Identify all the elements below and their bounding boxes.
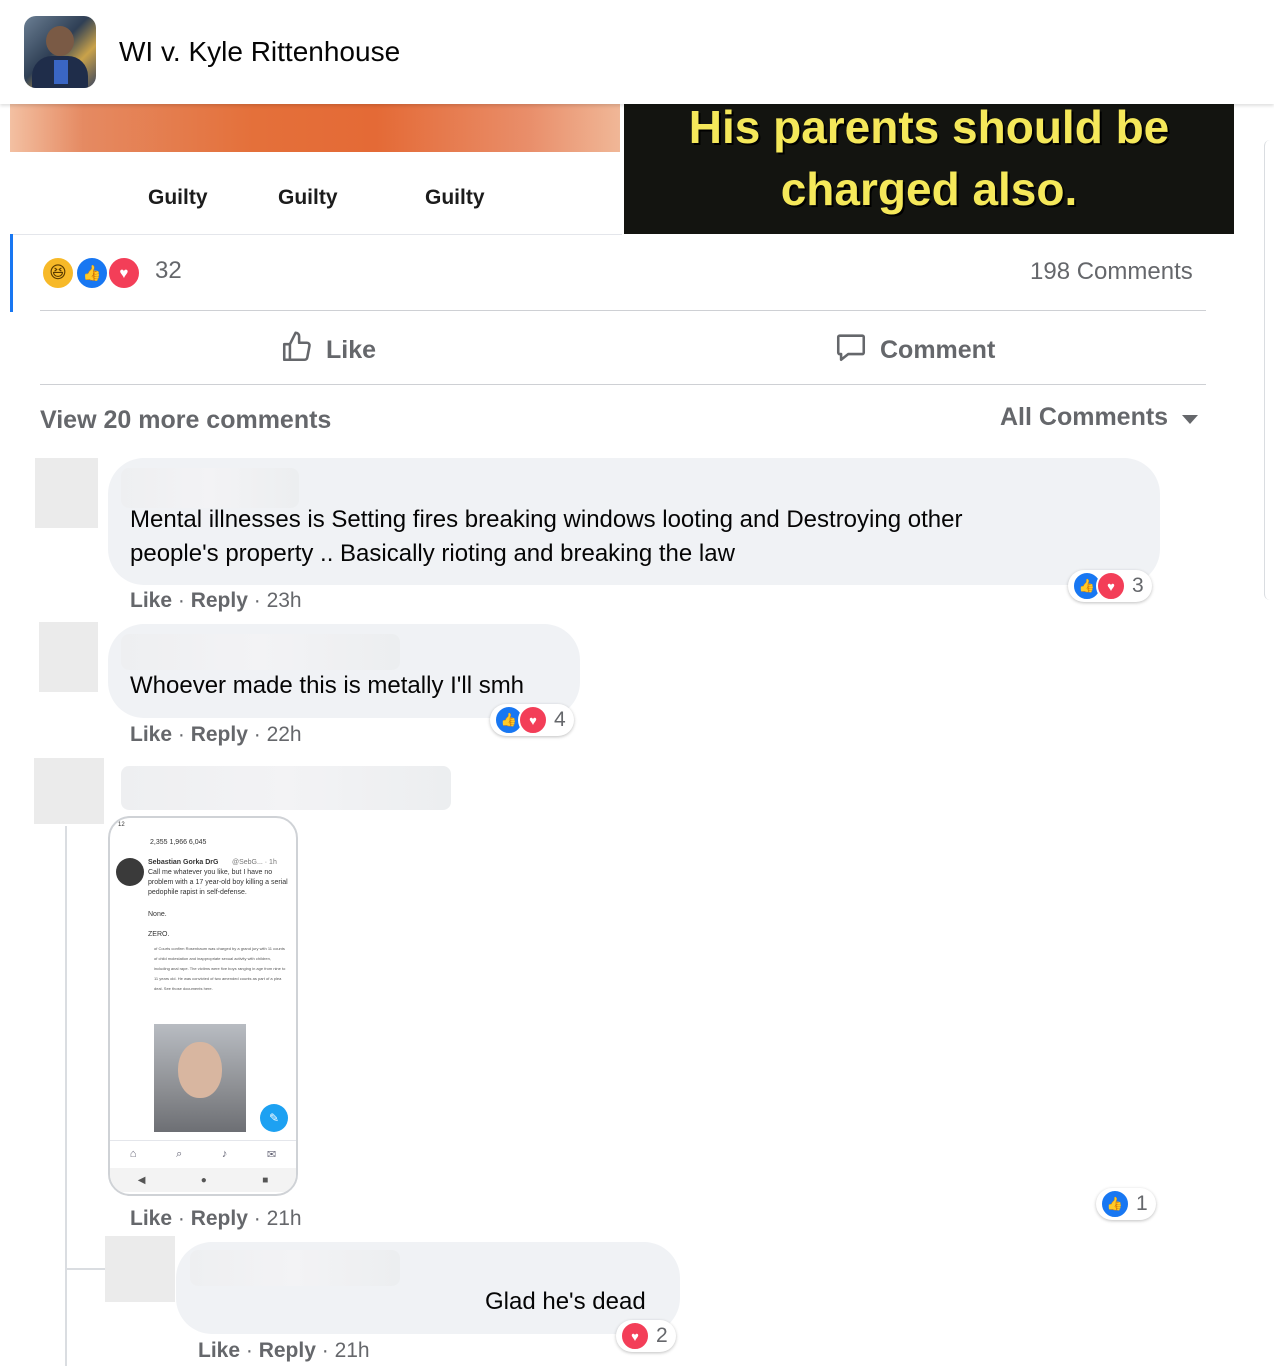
back-icon: ◀ xyxy=(137,1174,146,1186)
side-panel-edge xyxy=(1264,140,1274,600)
reaction-count: 4 xyxy=(554,708,566,731)
focus-accent xyxy=(10,234,13,312)
comment-text: Mental illnesses is Setting fires breaki… xyxy=(130,506,963,533)
timestamp[interactable]: 22h xyxy=(267,723,302,746)
tweet-text: ZERO. xyxy=(148,931,170,938)
comment-meta: Like · Reply · 21h xyxy=(198,1339,370,1362)
attached-screenshot[interactable]: 12 2,355 1,966 6,045 Sebastian Gorka DrG… xyxy=(108,816,298,1196)
comment-label: Comment xyxy=(880,336,996,364)
comment-button[interactable]: Comment xyxy=(834,330,995,371)
comment-reactions[interactable]: 👍 ♥ 4 xyxy=(490,704,574,736)
tweet-author-avatar xyxy=(116,858,144,886)
reaction-count: 3 xyxy=(1132,574,1144,597)
tweet-text: Call me whatever you like, but I have no… xyxy=(148,869,288,896)
timestamp[interactable]: 21h xyxy=(335,1339,370,1362)
reply-link[interactable]: Reply xyxy=(191,1207,248,1230)
like-link[interactable]: Like xyxy=(130,1207,172,1230)
comment-reactions[interactable]: ♥ 2 xyxy=(616,1320,676,1352)
tweet-text: None. xyxy=(148,911,167,918)
group-header: WI v. Kyle Rittenhouse xyxy=(0,0,1274,104)
love-icon[interactable]: ♥ xyxy=(107,256,141,290)
love-icon: ♥ xyxy=(1096,571,1126,601)
twitter-tab-bar: ⌂ ⌕ ♪ ✉ xyxy=(110,1140,296,1167)
commenter-avatar[interactable] xyxy=(34,758,104,824)
mail-icon: ✉ xyxy=(266,1148,277,1161)
thumbs-up-icon xyxy=(280,330,314,371)
reaction-count[interactable]: 32 xyxy=(155,257,182,285)
comment-meta: Like · Reply · 21h xyxy=(130,1207,302,1230)
tweet-handle: @SebG... · 1h xyxy=(232,859,277,866)
haha-icon[interactable]: 😆 xyxy=(41,256,75,290)
comment-reactions[interactable]: 👍 1 xyxy=(1096,1188,1156,1220)
mugshot-face xyxy=(178,1042,222,1098)
meme-text-line: charged also. xyxy=(780,163,1078,215)
home-circle-icon: ● xyxy=(200,1174,207,1186)
bell-icon: ♪ xyxy=(221,1148,228,1160)
comment-meta: Like · Reply · 23h xyxy=(130,589,302,612)
status-bar: 12 xyxy=(118,822,125,828)
avatar-face xyxy=(46,26,74,56)
tweet-stats: 2,355 1,966 6,045 xyxy=(150,839,207,846)
post-image-left[interactable]: Guilty Guilty Guilty xyxy=(10,104,622,235)
timestamp[interactable]: 21h xyxy=(267,1207,302,1230)
comment-text: Glad he's dead xyxy=(485,1288,646,1315)
recents-icon: ■ xyxy=(262,1174,269,1186)
commenter-name-redacted[interactable] xyxy=(121,468,299,508)
comments-filter[interactable]: All Comments xyxy=(1000,403,1199,432)
guilty-label: Guilty xyxy=(148,186,208,209)
android-nav-bar: ◀ ● ■ xyxy=(110,1168,296,1192)
comments-count[interactable]: 198 Comments xyxy=(1030,258,1193,286)
like-label: Like xyxy=(326,336,377,364)
commenter-name-redacted[interactable] xyxy=(121,634,400,670)
reply-link[interactable]: Reply xyxy=(191,723,248,746)
like-link[interactable]: Like xyxy=(130,589,172,612)
timestamp[interactable]: 23h xyxy=(267,589,302,612)
caret-down-icon xyxy=(1182,415,1199,424)
reaction-count: 2 xyxy=(656,1324,668,1347)
commenter-avatar[interactable] xyxy=(39,622,98,692)
commenter-avatar[interactable] xyxy=(35,458,98,528)
mugshot-image xyxy=(154,1024,246,1132)
like-icon: 👍 xyxy=(1100,1189,1130,1219)
like-icon[interactable]: 👍 xyxy=(75,256,109,290)
reply-link[interactable]: Reply xyxy=(191,589,248,612)
tweet-quote: of Courts confirm Rosenbaum was charged … xyxy=(154,946,286,991)
comment-icon xyxy=(834,330,868,371)
compose-icon: ✎ xyxy=(260,1104,288,1132)
divider xyxy=(40,310,1206,311)
comment-meta: Like · Reply · 22h xyxy=(130,723,302,746)
home-icon: ⌂ xyxy=(129,1148,137,1160)
reply-link[interactable]: Reply xyxy=(259,1339,316,1362)
image-strip xyxy=(10,104,620,152)
like-link[interactable]: Like xyxy=(198,1339,240,1362)
guilty-label: Guilty xyxy=(425,186,485,209)
filter-label: All Comments xyxy=(1000,403,1169,431)
avatar-book xyxy=(54,60,68,84)
comment-text: Whoever made this is metally I'll smh xyxy=(130,672,525,699)
like-link[interactable]: Like xyxy=(130,723,172,746)
commenter-name-redacted[interactable] xyxy=(190,1250,400,1286)
like-button[interactable]: Like xyxy=(280,330,376,371)
group-title[interactable]: WI v. Kyle Rittenhouse xyxy=(119,36,400,68)
love-icon: ♥ xyxy=(620,1321,650,1351)
group-avatar[interactable] xyxy=(24,16,96,88)
commenter-name-redacted[interactable] xyxy=(121,766,451,810)
tweet-author: Sebastian Gorka DrG xyxy=(148,859,219,866)
love-icon: ♥ xyxy=(518,705,548,735)
view-more-comments[interactable]: View 20 more comments xyxy=(40,406,331,435)
guilty-label: Guilty xyxy=(278,186,338,209)
comment-reactions[interactable]: 👍 ♥ 3 xyxy=(1068,570,1152,602)
comment-text: people's property .. Basically rioting a… xyxy=(130,540,735,567)
search-icon: ⌕ xyxy=(176,1147,183,1160)
commenter-avatar[interactable] xyxy=(105,1236,175,1302)
reaction-count: 1 xyxy=(1136,1192,1148,1215)
reply-thread-line xyxy=(65,826,67,1366)
meme-text-line: His parents should be xyxy=(688,101,1170,153)
post-image-right[interactable]: His parents should be charged also. xyxy=(624,101,1234,234)
reply-thread-branch xyxy=(65,1268,105,1270)
divider xyxy=(40,384,1206,385)
